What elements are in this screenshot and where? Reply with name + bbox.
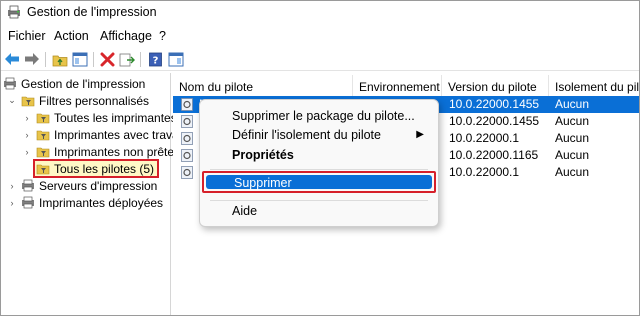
tree-label: Imprimantes non prêtes	[54, 144, 181, 159]
menu-item-label: Définir l'isolement du pilote	[232, 128, 381, 142]
cell-driver-isolation: Aucun	[555, 114, 590, 128]
menu-item-help[interactable]: Aide	[204, 201, 434, 221]
toolbar-separator	[93, 52, 94, 67]
tree-item-all-drivers[interactable]: Tous les pilotes (5)	[33, 159, 160, 178]
cell-driver-version: 10.0.22000.1	[449, 165, 520, 179]
menu-help[interactable]: ?	[157, 29, 168, 43]
tree-label: Gestion de l'impression	[21, 76, 146, 91]
driver-icon	[181, 149, 193, 162]
menu-fichier[interactable]: Fichier	[6, 29, 48, 43]
menu-item-remove-driver-package[interactable]: Supprimer le package du pilote...	[204, 106, 434, 126]
cell-driver-isolation: Aucun	[555, 131, 590, 145]
action-pane-icon	[168, 52, 184, 66]
chevron-right-icon[interactable]: ›	[22, 147, 32, 157]
driver-icon	[181, 98, 193, 111]
tree-item-printers-not-ready[interactable]: › Imprimantes non prêtes	[22, 143, 181, 160]
arrow-left-icon	[5, 53, 19, 65]
cell-driver-isolation: Aucun	[555, 148, 590, 162]
delete-x-icon	[100, 52, 114, 66]
svg-text:?: ?	[152, 55, 158, 66]
cell-driver-version: 10.0.22000.1165	[449, 148, 539, 162]
cell-driver-isolation: Aucun	[555, 97, 590, 111]
tree-item-root[interactable]: Gestion de l'impression	[3, 75, 145, 92]
filter-folder-icon	[36, 147, 50, 158]
filter-folder-icon	[21, 96, 35, 107]
chevron-right-icon[interactable]: ›	[22, 113, 32, 123]
tree-label: Toutes les imprimantes (	[54, 110, 185, 125]
chevron-right-icon[interactable]: ›	[7, 181, 17, 191]
help-button[interactable]: ?	[146, 50, 164, 68]
menu-item-properties[interactable]: Propriétés	[204, 145, 434, 165]
driver-icon	[181, 166, 193, 179]
cell-driver-version: 10.0.22000.1455	[449, 97, 540, 111]
window-title: Gestion de l'impression	[27, 5, 157, 19]
menu-affichage[interactable]: Affichage	[98, 29, 154, 43]
cell-driver-version: 10.0.22000.1455	[449, 114, 540, 128]
forward-button[interactable]	[23, 50, 41, 68]
up-folder-button[interactable]	[51, 50, 69, 68]
folder-up-icon	[52, 55, 68, 66]
tree-item-print-servers[interactable]: › Serveurs d'impression	[7, 177, 158, 194]
console-tree-icon	[72, 52, 88, 66]
server-printer-icon	[22, 179, 34, 192]
driver-icon	[181, 132, 193, 145]
chevron-right-icon[interactable]: ›	[22, 130, 32, 140]
toolbar-separator	[140, 52, 141, 67]
context-menu: Supprimer le package du pilote... Défini…	[199, 99, 439, 227]
menu-item-delete[interactable]: Supprimer	[202, 171, 436, 193]
deployed-printer-icon	[22, 196, 34, 209]
menu-item-label: Supprimer	[234, 176, 292, 190]
driver-icon	[181, 115, 193, 128]
print-management-window: Gestion de l'impression Fichier Action A…	[0, 0, 640, 316]
chevron-down-icon[interactable]: ⌄	[7, 95, 17, 106]
tree-label: Imprimantes déployées	[39, 195, 164, 210]
arrow-right-icon	[25, 53, 39, 65]
chevron-right-icon: ▶	[416, 129, 424, 140]
cell-driver-isolation: Aucun	[555, 165, 590, 179]
toolbar: ?	[1, 47, 639, 71]
tree-label: Tous les pilotes (5)	[54, 161, 155, 176]
export-icon	[119, 53, 135, 66]
chevron-right-icon[interactable]: ›	[7, 198, 17, 208]
tree-item-deployed-printers[interactable]: › Imprimantes déployées	[7, 194, 164, 211]
tree-label: Imprimantes avec travau	[54, 127, 186, 142]
title-bar: Gestion de l'impression	[1, 1, 639, 25]
filter-folder-icon	[36, 164, 50, 175]
filter-folder-icon	[36, 113, 50, 124]
menu-bar: Fichier Action Affichage ?	[1, 27, 639, 47]
menu-item-set-driver-isolation[interactable]: Définir l'isolement du pilote ▶	[204, 125, 434, 145]
printer-icon	[4, 77, 16, 90]
tree-item-custom-filters[interactable]: ⌄ Filtres personnalisés	[7, 92, 149, 109]
tree-item-printers-with-jobs[interactable]: › Imprimantes avec travau	[22, 126, 186, 143]
back-button[interactable]	[3, 50, 21, 68]
menu-action[interactable]: Action	[52, 29, 91, 43]
action-pane-button[interactable]	[167, 50, 185, 68]
filter-folder-icon	[36, 130, 50, 141]
tree-label: Serveurs d'impression	[39, 178, 158, 193]
export-list-button[interactable]	[118, 50, 136, 68]
help-book-icon: ?	[148, 52, 162, 66]
console-tree: Gestion de l'impression ⌄ Filtres person…	[1, 73, 185, 315]
cell-driver-version: 10.0.22000.1	[449, 131, 520, 145]
tree-item-all-printers[interactable]: › Toutes les imprimantes (	[22, 109, 185, 126]
tree-label: Filtres personnalisés	[39, 93, 150, 108]
menu-separator	[210, 169, 428, 170]
toolbar-separator	[45, 52, 46, 67]
print-management-app-icon	[8, 5, 20, 19]
show-hide-tree-button[interactable]	[71, 50, 89, 68]
delete-button[interactable]	[98, 50, 116, 68]
